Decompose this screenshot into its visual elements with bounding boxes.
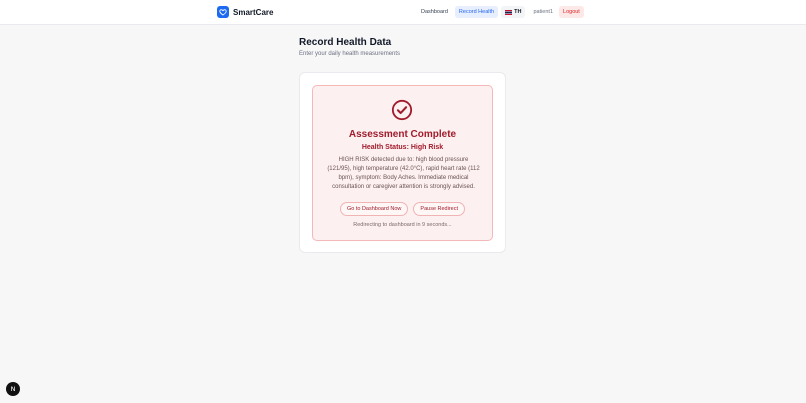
nav-record-health-link[interactable]: Record Health	[454, 6, 499, 18]
thai-flag-icon	[505, 9, 513, 15]
alert-actions: Go to Dashboard Now Pause Redirect	[313, 202, 492, 216]
page-title: Record Health Data	[299, 37, 392, 48]
health-form-card: Assessment Complete Health Status: High …	[299, 72, 506, 253]
brand[interactable]: SmartCare	[217, 6, 273, 18]
nav-menu: Dashboard Record Health TH patient1 Logo…	[417, 5, 584, 19]
health-status: Health Status: High Risk	[361, 144, 444, 151]
pause-redirect-button[interactable]: Pause Redirect	[413, 202, 466, 216]
page-subtitle: Enter your daily health measurements	[299, 51, 401, 57]
assessment-message: HIGH RISK detected due to: high blood pr…	[327, 157, 480, 190]
brand-name: SmartCare	[233, 7, 274, 17]
top-navbar: SmartCare Dashboard Record Health TH pat…	[0, 0, 806, 25]
logout-button[interactable]: Logout	[559, 6, 584, 18]
current-user: patient1	[533, 9, 554, 15]
redirect-countdown: Redirecting to dashboard in 9 seconds...	[353, 222, 452, 228]
dev-tools-badge[interactable]: N	[6, 382, 20, 396]
go-to-dashboard-button[interactable]: Go to Dashboard Now	[339, 202, 409, 216]
check-circle-icon	[391, 99, 413, 121]
assessment-result-alert: Assessment Complete Health Status: High …	[312, 85, 493, 241]
assessment-title: Assessment Complete	[348, 129, 457, 140]
dev-badge-letter: N	[10, 385, 16, 393]
heart-icon	[217, 6, 229, 18]
nav-dashboard-link[interactable]: Dashboard	[417, 6, 452, 18]
language-toggle-button[interactable]: TH	[501, 6, 526, 18]
language-label: TH	[514, 9, 522, 15]
